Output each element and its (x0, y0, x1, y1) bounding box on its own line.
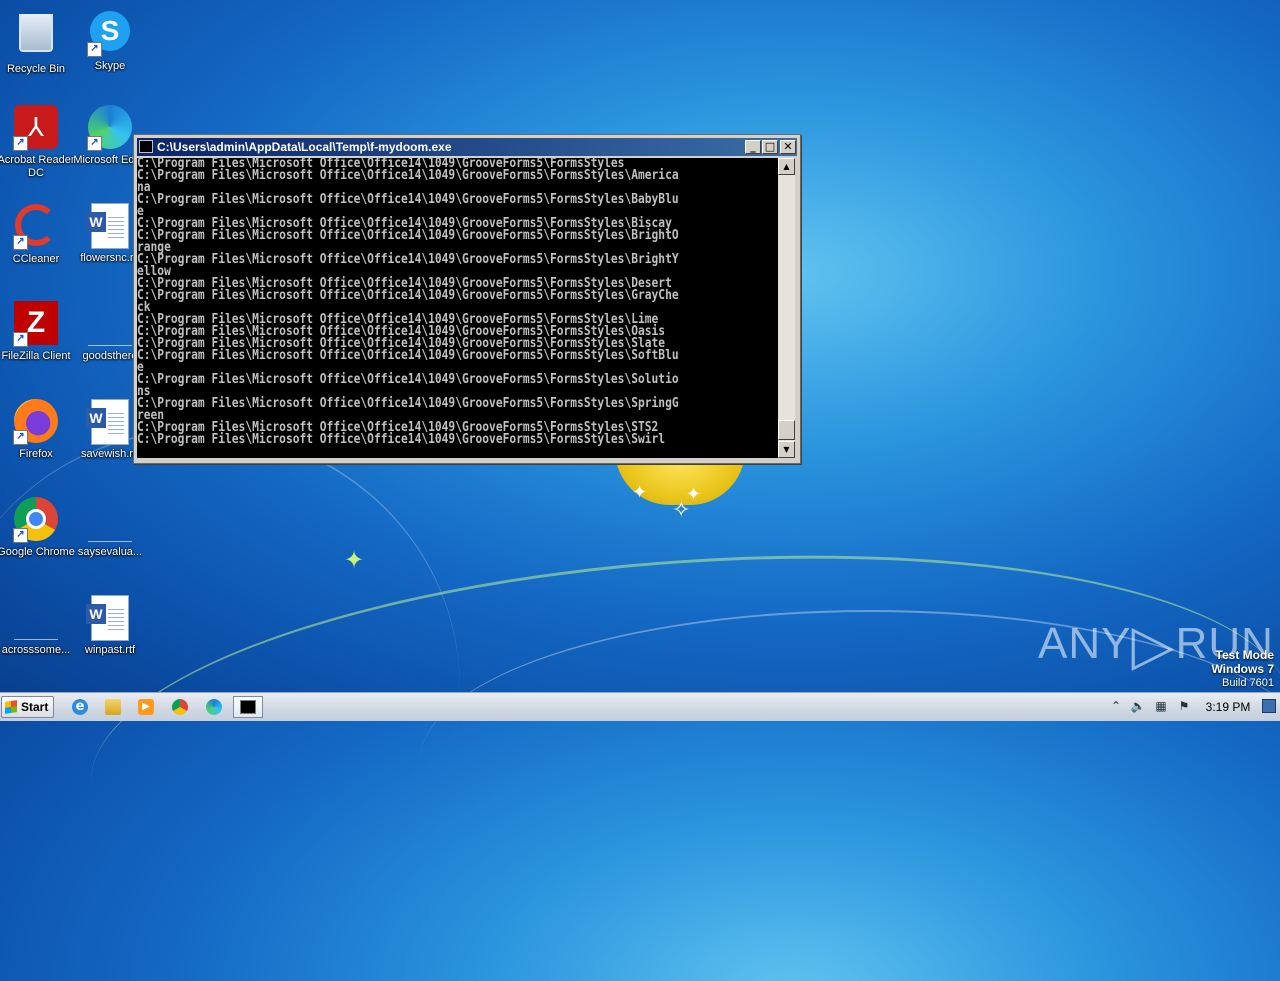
acrobat-icon: ⅄ ↗ (13, 105, 59, 151)
desktop-icon-label: Google Chrome (0, 546, 75, 558)
shortcut-arrow-icon: ↗ (13, 332, 28, 347)
scroll-thumb[interactable] (778, 420, 795, 440)
console-output[interactable]: C:\Program Files\Microsoft Office\Office… (137, 158, 778, 458)
media-player-icon: ▶ (138, 699, 154, 715)
word-document-icon: W (86, 203, 133, 249)
ccleaner-icon: ↗ (13, 204, 59, 250)
volume-icon[interactable]: 🔈 (1130, 698, 1146, 714)
blank-file-icon (87, 301, 133, 347)
console-line: C:\Program Files\Microsoft Office\Office… (137, 396, 679, 411)
console-line: C:\Program Files\Microsoft Office\Office… (137, 432, 666, 447)
vertical-scrollbar[interactable]: ▲ ▼ (778, 158, 795, 458)
taskbar-internet-explorer[interactable]: e (66, 696, 94, 718)
edge-icon: ↗ (87, 105, 133, 151)
word-document-icon: W (86, 399, 133, 445)
build-line: Build 7601 (1222, 677, 1274, 689)
filezilla-icon: Z ↗ (13, 301, 59, 347)
taskbar: Start e ▶ ⌃ 🔈 ▦ ⚑ 3:19 PM (0, 692, 1280, 721)
sparkle-icon: ✦ (344, 546, 365, 574)
shortcut-arrow-icon: ↗ (13, 430, 28, 445)
network-icon[interactable]: ▦ (1153, 698, 1169, 714)
desktop-icon-label: FileZilla Client (1, 350, 71, 362)
test-mode-notice: Test Mode Windows 7 Build 7601 (1211, 648, 1274, 690)
scroll-down-button[interactable]: ▼ (778, 441, 795, 458)
desktop-icon-filezilla[interactable]: Z ↗ FileZilla Client (0, 300, 76, 363)
desktop-icon-label: winpast.rtf (84, 644, 136, 656)
start-button[interactable]: Start (1, 696, 54, 718)
desktop-icon-saysevalua[interactable]: saysevalua... (70, 496, 150, 559)
shortcut-arrow-icon: ↗ (87, 136, 102, 151)
console-line: C:\Program Files\Microsoft Office\Office… (137, 288, 679, 303)
taskbar-console-window[interactable] (233, 696, 263, 718)
console-line: C:\Program Files\Microsoft Office\Office… (137, 252, 679, 267)
console-line: C:\Program Files\Microsoft Office\Office… (137, 168, 679, 183)
taskbar-media-player[interactable]: ▶ (132, 696, 160, 718)
chrome-icon: ↗ (13, 497, 59, 543)
sparkle-icon: ✧ (672, 498, 691, 523)
chrome-icon (172, 699, 188, 715)
action-center-flag-icon[interactable]: ⚑ (1176, 698, 1192, 714)
desktop-icon-chrome[interactable]: ↗ Google Chrome (0, 496, 76, 559)
internet-explorer-icon: e (72, 699, 88, 715)
desktop-icon-acrobat[interactable]: ⅄ ↗ Acrobat Reader DC (0, 104, 76, 180)
desktop-icon-label: acrosssome... (1, 644, 71, 656)
desktop-icon-label: Recycle Bin (6, 63, 66, 75)
close-button[interactable]: ✕ (780, 140, 796, 154)
console-window[interactable]: C:\Users\admin\AppData\Local\Temp\f-mydo… (133, 134, 801, 464)
desktop-icon-label: Acrobat Reader DC (0, 154, 75, 179)
console-line: C:\Program Files\Microsoft Office\Office… (137, 372, 679, 387)
desktop-icon-label: Firefox (19, 448, 53, 460)
firefox-icon: ↗ (13, 399, 59, 445)
desktop-icon-label: CCleaner (12, 253, 60, 265)
desktop-icon-firefox[interactable]: ↗ Firefox (0, 398, 76, 461)
console-line: C:\Program Files\Microsoft Office\Office… (137, 348, 679, 363)
desktop-icon-label: Skype (94, 60, 126, 72)
windows-version-line: Windows 7 (1211, 662, 1274, 676)
taskbar-edge[interactable] (200, 696, 228, 718)
skype-icon: S ↗ (87, 11, 133, 57)
window-title: C:\Users\admin\AppData\Local\Temp\f-mydo… (157, 140, 452, 154)
console-line: C:\Program Files\Microsoft Office\Office… (137, 228, 679, 243)
file-explorer-icon (105, 699, 121, 715)
desktop-icon-ccleaner[interactable]: ↗ CCleaner (0, 202, 76, 266)
console-icon (139, 140, 153, 153)
desktop-icon-recycle-bin[interactable]: Recycle Bin (0, 8, 76, 76)
recycle-bin-icon (13, 14, 59, 60)
taskbar-chrome[interactable] (166, 696, 194, 718)
window-titlebar[interactable]: C:\Users\admin\AppData\Local\Temp\f-mydo… (137, 138, 797, 156)
desktop-icon-label: saysevalua... (77, 546, 143, 558)
desktop-icon-skype[interactable]: S ↗ Skype (70, 8, 150, 73)
start-label: Start (21, 700, 49, 714)
console-icon (240, 700, 256, 714)
test-mode-line: Test Mode (1215, 648, 1274, 662)
taskbar-clock[interactable]: 3:19 PM (1200, 693, 1256, 721)
console-line: C:\Program Files\Microsoft Office\Office… (137, 192, 679, 207)
show-hidden-icons[interactable]: ⌃ (1108, 698, 1124, 714)
play-logo-icon: ▷ (1131, 613, 1176, 676)
word-document-icon: W (86, 595, 133, 641)
taskbar-file-explorer[interactable] (99, 696, 127, 718)
edge-icon (206, 699, 222, 715)
sparkle-icon: ✦ (632, 482, 648, 503)
blank-file-icon (87, 497, 133, 543)
scroll-up-button[interactable]: ▲ (778, 158, 795, 175)
windows-logo-icon (5, 700, 17, 714)
anyrun-brand-left: ANY (1038, 619, 1132, 668)
shortcut-arrow-icon: ↗ (13, 136, 28, 151)
desktop-icon-acrosssome[interactable]: acrosssome... (0, 594, 76, 657)
minimize-button[interactable]: _ (745, 140, 761, 154)
show-desktop-button[interactable] (1262, 699, 1276, 713)
desktop-icon-winpast[interactable]: W winpast.rtf (70, 594, 150, 657)
maximize-button[interactable]: □ (762, 140, 778, 154)
shortcut-arrow-icon: ↗ (87, 42, 102, 57)
shortcut-arrow-icon: ↗ (13, 235, 28, 250)
shortcut-arrow-icon: ↗ (13, 528, 28, 543)
blank-file-icon (13, 595, 59, 641)
